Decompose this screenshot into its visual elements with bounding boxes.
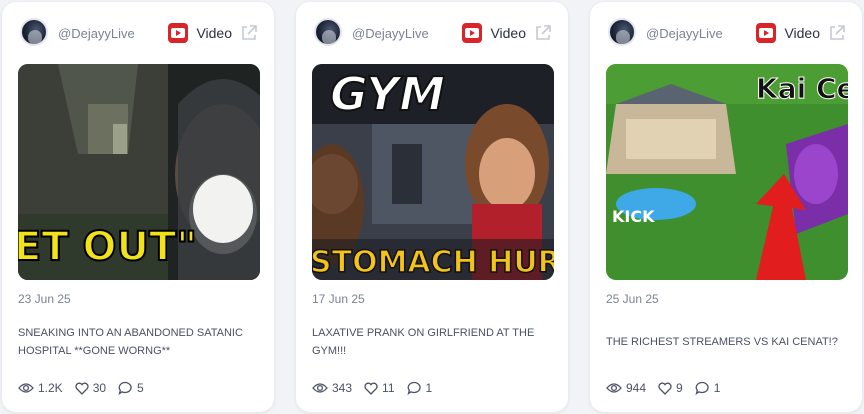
post-date: 17 Jun 25: [312, 292, 365, 306]
video-card[interactable]: @DejayyLive Video ET OUT" 23 Jun 25 SNEA…: [2, 2, 274, 412]
comment-icon: [118, 381, 132, 395]
heart-icon: [364, 382, 378, 395]
comments-stat[interactable]: 1: [406, 381, 433, 395]
thumbnail-caption: ET OUT": [18, 224, 197, 270]
views-count: 944: [626, 381, 647, 395]
video-thumbnail[interactable]: Kai Ce KICK: [606, 64, 848, 280]
video-title[interactable]: LAXATIVE PRANK ON GIRLFRIEND AT THE GYM!…: [312, 324, 552, 360]
thumbnail-caption-top: GYM: [330, 67, 445, 121]
thumbnail-caption-side: KICK: [612, 207, 655, 226]
card-header: @DejayyLive Video: [20, 18, 258, 48]
views-stat: 944: [606, 381, 646, 395]
youtube-icon: [168, 23, 188, 43]
comment-icon: [695, 381, 709, 395]
card-header: @DejayyLive Video: [608, 18, 846, 48]
likes-count: 30: [92, 381, 107, 395]
content-type-label: Video: [784, 25, 820, 41]
likes-stat[interactable]: 30: [75, 381, 106, 395]
likes-count: 9: [676, 381, 683, 395]
thumbnail-caption-top: Kai Ce: [756, 72, 848, 105]
engagement-stats: 343 11 1: [312, 378, 444, 398]
views-count: 343: [332, 381, 353, 395]
eye-icon: [312, 383, 328, 393]
avatar[interactable]: [314, 18, 342, 46]
external-link-icon[interactable]: [828, 24, 846, 42]
comments-stat[interactable]: 5: [118, 381, 144, 395]
views-stat: 343: [312, 381, 352, 395]
external-link-icon[interactable]: [534, 24, 552, 42]
external-link-icon[interactable]: [240, 24, 258, 42]
eye-icon: [18, 383, 34, 393]
likes-stat[interactable]: 9: [658, 381, 683, 395]
eye-icon: [606, 383, 622, 393]
video-thumbnail[interactable]: ET OUT": [18, 64, 260, 280]
engagement-stats: 944 9 1: [606, 378, 732, 398]
thumbnail-caption-bottom: STOMACH HURT: [312, 245, 554, 280]
youtube-icon: [462, 23, 482, 43]
heart-icon: [658, 382, 672, 395]
content-type-label: Video: [490, 25, 526, 41]
views-count: 1.2K: [38, 381, 63, 395]
video-thumbnail[interactable]: GYM STOMACH HURT: [312, 64, 554, 280]
video-title[interactable]: THE RICHEST STREAMERS VS KAI CENAT!?: [606, 333, 846, 351]
comment-icon: [406, 381, 421, 395]
comments-count: 5: [137, 381, 144, 395]
video-card[interactable]: @DejayyLive Video GYM STOMACH HURT 17 Ju…: [296, 2, 568, 412]
likes-count: 11: [382, 381, 395, 395]
video-title[interactable]: SNEAKING INTO AN ABANDONED SATANIC HOSPI…: [18, 324, 258, 360]
avatar[interactable]: [20, 18, 48, 46]
comments-stat[interactable]: 1: [695, 381, 721, 395]
channel-handle[interactable]: @DejayyLive: [352, 26, 429, 41]
post-date: 23 Jun 25: [18, 292, 71, 306]
heart-icon: [75, 382, 89, 395]
likes-stat[interactable]: 11: [364, 381, 395, 395]
youtube-icon: [756, 23, 776, 43]
views-stat: 1.2K: [18, 381, 63, 395]
post-date: 25 Jun 25: [606, 292, 659, 306]
video-card[interactable]: @DejayyLive Video Kai Ce KICK 25 Jun 25 …: [590, 2, 862, 412]
engagement-stats: 1.2K 30 5: [18, 378, 156, 398]
avatar[interactable]: [608, 18, 636, 46]
content-type-label: Video: [196, 25, 232, 41]
card-header: @DejayyLive Video: [314, 18, 552, 48]
comments-count: 1: [713, 381, 721, 395]
channel-handle[interactable]: @DejayyLive: [646, 26, 723, 41]
comments-count: 1: [425, 381, 433, 395]
channel-handle[interactable]: @DejayyLive: [58, 26, 135, 41]
